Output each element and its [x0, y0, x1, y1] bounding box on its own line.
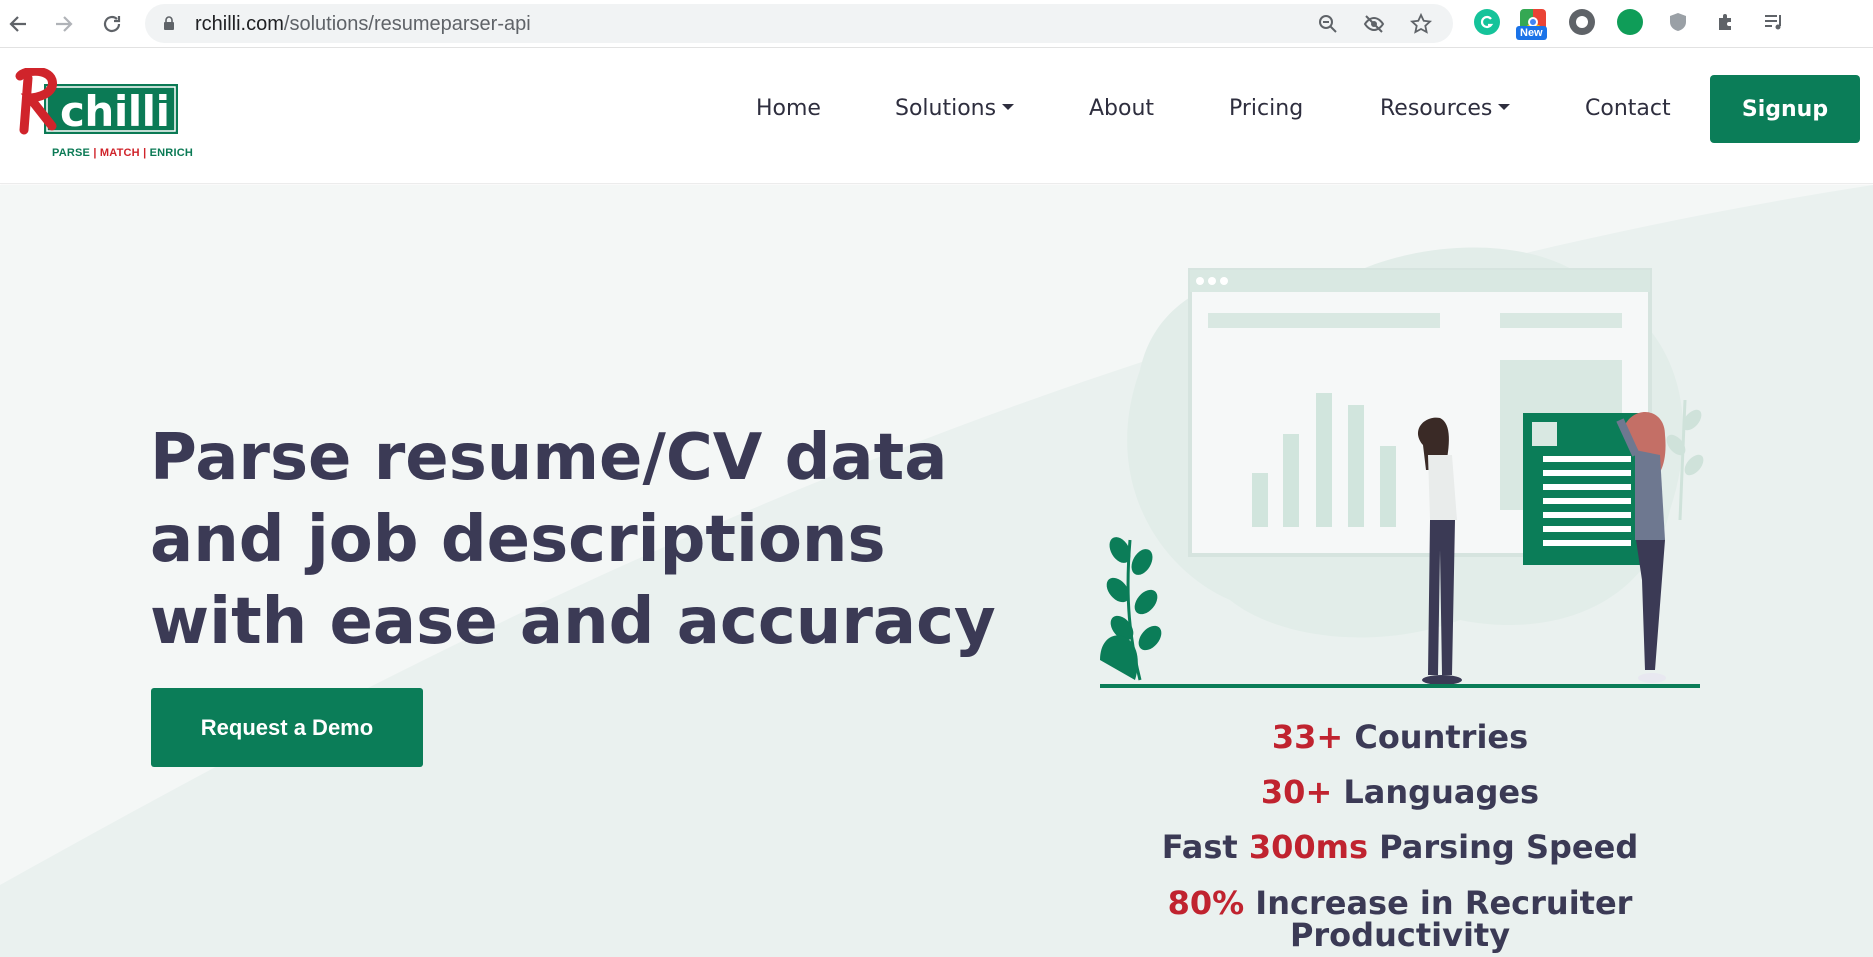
shield-extension-icon[interactable] — [1665, 9, 1691, 35]
signup-button[interactable]: Signup — [1710, 75, 1860, 143]
stat-countries: 33+ Countries — [1271, 718, 1529, 756]
browser-toolbar: rchilli.com/solutions/resumeparser-api N… — [0, 0, 1873, 48]
caret-down-icon — [1498, 104, 1511, 110]
svg-text:chilli: chilli — [60, 87, 170, 136]
nav-resources-label: Resources — [1380, 96, 1493, 121]
media-queue-icon[interactable] — [1761, 9, 1787, 35]
puzzle-extensions-icon[interactable] — [1713, 9, 1739, 35]
logo-mark: chilli — [15, 68, 178, 136]
hero-headline: Parse resume/CV data and job description… — [150, 417, 1030, 663]
reload-icon[interactable] — [96, 8, 128, 40]
circle-extension-icon[interactable] — [1569, 9, 1595, 35]
nav-about[interactable]: About — [1089, 96, 1154, 121]
request-demo-button[interactable]: Request a Demo — [151, 688, 423, 767]
nav-resources[interactable]: Resources — [1380, 96, 1511, 121]
stat-parsing-speed: Fast 300ms Parsing Speed — [1161, 828, 1639, 866]
back-icon[interactable] — [2, 8, 34, 40]
nav-pricing[interactable]: Pricing — [1229, 96, 1303, 121]
grammarly-extension-icon[interactable] — [1474, 9, 1500, 35]
rchilli-logo[interactable]: chilli PARSE | MATCH | ENRICH — [14, 68, 193, 168]
url-text: rchilli.com/solutions/resumeparser-api — [195, 13, 531, 35]
hero-section: Parse resume/CV data and job description… — [0, 185, 1873, 957]
nav-solutions[interactable]: Solutions — [895, 96, 1015, 121]
new-badge: New — [1516, 26, 1547, 40]
caret-down-icon — [1002, 104, 1015, 110]
nav-solutions-label: Solutions — [895, 96, 997, 121]
bookmark-star-icon[interactable] — [1410, 13, 1432, 35]
lock-icon — [164, 16, 174, 30]
forward-icon[interactable] — [48, 8, 80, 40]
eye-off-icon[interactable] — [1363, 13, 1385, 35]
nav-home[interactable]: Home — [756, 96, 821, 121]
ground-line — [1100, 684, 1700, 688]
address-bar[interactable]: rchilli.com/solutions/resumeparser-api — [145, 4, 1453, 43]
nav-contact[interactable]: Contact — [1585, 96, 1671, 121]
zoom-icon[interactable] — [1317, 13, 1339, 35]
stat-languages: 30+ Languages — [1260, 773, 1540, 811]
stats-list: 33+ Countries 30+ Languages Fast 300ms P… — [1100, 710, 1700, 954]
chat-extension-icon[interactable] — [1617, 9, 1643, 35]
stat-recruiter-productivity: 80% Increase in Recruiter Productivity — [1167, 884, 1633, 954]
headline-line: Parse resume/CV data — [150, 421, 948, 495]
dashboard-illustration — [1100, 247, 1704, 688]
headline-line: with ease and accuracy — [150, 585, 996, 659]
site-header: chilli PARSE | MATCH | ENRICH Home Solut… — [0, 48, 1873, 184]
headline-line: and job descriptions — [150, 503, 886, 577]
logo-tagline: PARSE | MATCH | ENRICH — [52, 147, 193, 159]
